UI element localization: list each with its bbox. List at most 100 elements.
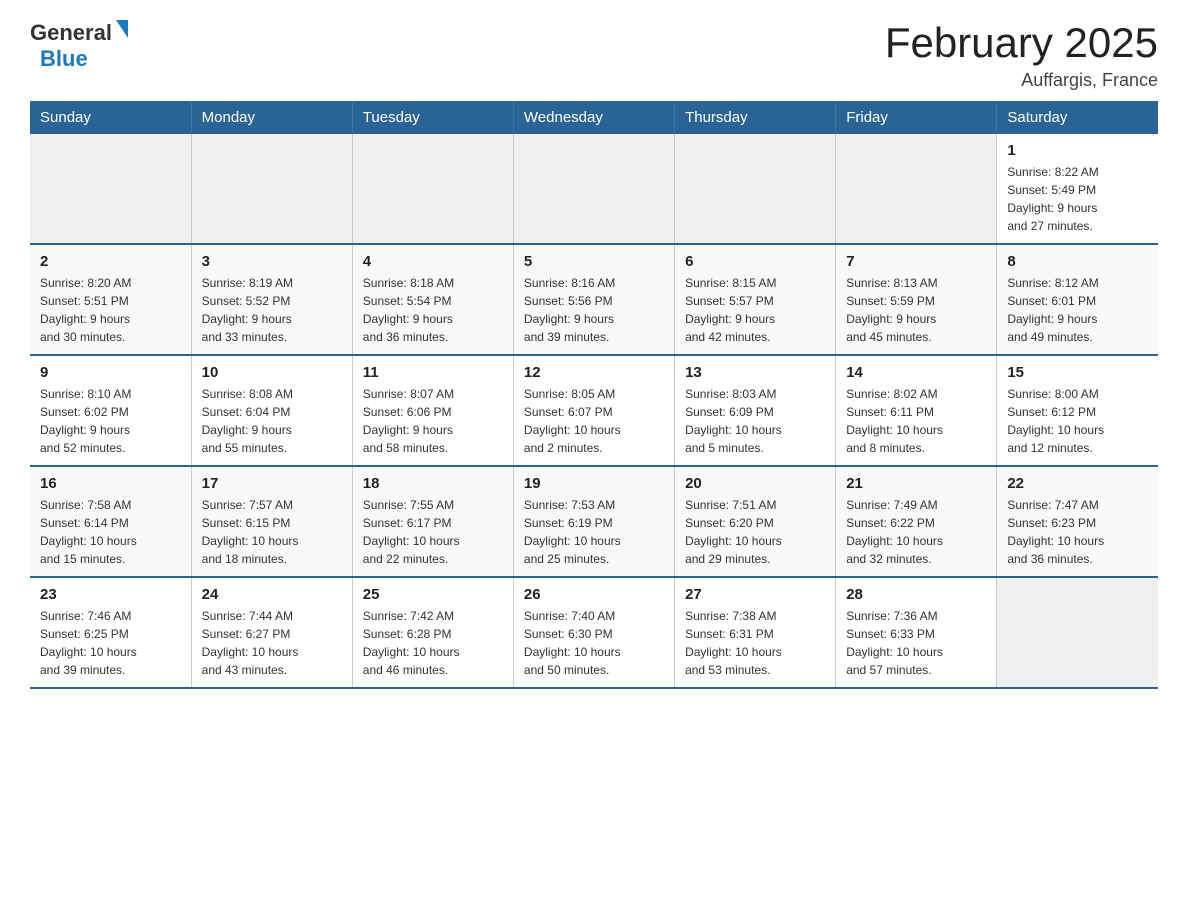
calendar-cell: 12Sunrise: 8:05 AMSunset: 6:07 PMDayligh… [513,355,674,466]
day-number: 18 [363,475,503,492]
day-number: 21 [846,475,986,492]
day-info: Sunrise: 8:00 AMSunset: 6:12 PMDaylight:… [1007,385,1148,457]
calendar-cell: 26 Sunrise: 7:40 AMSunset: 6:30 PMDayligh… [513,577,674,688]
calendar-cell: 7 Sunrise: 8:13 AMSunset: 5:59 PMDaylight… [836,244,997,355]
day-number: 20 [685,475,825,492]
day-info: Sunrise: 8:15 AMSunset: 5:57 PMDaylight:… [685,274,825,346]
logo: General Blue [30,20,128,72]
calendar-week-1: 1Sunrise: 8:22 AMSunset: 5:49 PMDaylight… [30,134,1158,244]
calendar-cell: 11 Sunrise: 8:07 AMSunset: 6:06 PMDayligh… [352,355,513,466]
page-header: General Blue February 2025 Auffargis, Fr… [30,20,1158,91]
day-info: Sunrise: 8:13 AMSunset: 5:59 PMDaylight:… [846,274,986,346]
calendar-cell: 13 Sunrise: 8:03 AMSunset: 6:09 PMDayligh… [675,355,836,466]
day-number: 7 [846,253,986,270]
calendar-cell [997,577,1158,688]
day-number: 5 [524,253,664,270]
day-number: 16 [40,475,181,492]
calendar-cell: 28Sunrise: 7:36 AMSunset: 6:33 PMDayligh… [836,577,997,688]
day-info: Sunrise: 7:51 AMSunset: 6:20 PMDaylight:… [685,496,825,568]
header-thursday: Thursday [675,101,836,134]
calendar-cell: 22 Sunrise: 7:47 AMSunset: 6:23 PMDayligh… [997,466,1158,577]
calendar-cell: 1Sunrise: 8:22 AMSunset: 5:49 PMDaylight… [997,134,1158,244]
calendar-cell: 25Sunrise: 7:42 AMSunset: 6:28 PMDayligh… [352,577,513,688]
day-info: Sunrise: 8:02 AMSunset: 6:11 PMDaylight:… [846,385,986,457]
month-title: February 2025 [885,20,1158,66]
header-monday: Monday [191,101,352,134]
calendar-cell: 14 Sunrise: 8:02 AMSunset: 6:11 PMDayligh… [836,355,997,466]
day-number: 22 [1007,475,1148,492]
calendar-cell [30,134,191,244]
logo-triangle-icon [116,20,128,38]
day-number: 15 [1007,364,1148,381]
calendar-cell: 10 Sunrise: 8:08 AMSunset: 6:04 PMDayligh… [191,355,352,466]
calendar-cell: 5 Sunrise: 8:16 AMSunset: 5:56 PMDaylight… [513,244,674,355]
day-info: Sunrise: 8:22 AMSunset: 5:49 PMDaylight:… [1007,163,1148,235]
title-area: February 2025 Auffargis, France [885,20,1158,91]
calendar-body: 1Sunrise: 8:22 AMSunset: 5:49 PMDaylight… [30,134,1158,688]
day-info: Sunrise: 7:47 AMSunset: 6:23 PMDaylight:… [1007,496,1148,568]
day-number: 12 [524,364,664,381]
day-info: Sunrise: 7:53 AMSunset: 6:19 PMDaylight:… [524,496,664,568]
day-number: 17 [202,475,342,492]
day-info: Sunrise: 8:10 AMSunset: 6:02 PMDaylight:… [40,385,181,457]
day-number: 27 [685,586,825,603]
day-number: 4 [363,253,503,270]
header-saturday: Saturday [997,101,1158,134]
day-info: Sunrise: 8:18 AMSunset: 5:54 PMDaylight:… [363,274,503,346]
day-number: 23 [40,586,181,603]
day-number: 3 [202,253,342,270]
calendar-cell: 17Sunrise: 7:57 AMSunset: 6:15 PMDayligh… [191,466,352,577]
logo-blue-text: Blue [40,46,88,72]
day-info: Sunrise: 8:03 AMSunset: 6:09 PMDaylight:… [685,385,825,457]
day-number: 14 [846,364,986,381]
day-info: Sunrise: 8:19 AMSunset: 5:52 PMDaylight:… [202,274,342,346]
calendar-week-4: 16 Sunrise: 7:58 AMSunset: 6:14 PMDayligh… [30,466,1158,577]
calendar-cell [513,134,674,244]
calendar-cell: 4 Sunrise: 8:18 AMSunset: 5:54 PMDaylight… [352,244,513,355]
calendar-cell: 8 Sunrise: 8:12 AMSunset: 6:01 PMDaylight… [997,244,1158,355]
calendar-cell [836,134,997,244]
calendar-cell [675,134,836,244]
header-sunday: Sunday [30,101,191,134]
day-number: 13 [685,364,825,381]
day-info: Sunrise: 8:16 AMSunset: 5:56 PMDaylight:… [524,274,664,346]
day-info: Sunrise: 8:12 AMSunset: 6:01 PMDaylight:… [1007,274,1148,346]
day-info: Sunrise: 7:40 AMSunset: 6:30 PMDaylight:… [524,607,664,679]
calendar-cell: 16 Sunrise: 7:58 AMSunset: 6:14 PMDayligh… [30,466,191,577]
header-wednesday: Wednesday [513,101,674,134]
day-info: Sunrise: 8:07 AMSunset: 6:06 PMDaylight:… [363,385,503,457]
day-info: Sunrise: 7:49 AMSunset: 6:22 PMDaylight:… [846,496,986,568]
day-number: 24 [202,586,342,603]
day-number: 2 [40,253,181,270]
calendar-cell: 20 Sunrise: 7:51 AMSunset: 6:20 PMDayligh… [675,466,836,577]
day-number: 6 [685,253,825,270]
calendar-table: Sunday Monday Tuesday Wednesday Thursday… [30,101,1158,689]
calendar-week-3: 9 Sunrise: 8:10 AMSunset: 6:02 PMDaylight… [30,355,1158,466]
day-info: Sunrise: 7:44 AMSunset: 6:27 PMDaylight:… [202,607,342,679]
day-info: Sunrise: 8:08 AMSunset: 6:04 PMDaylight:… [202,385,342,457]
calendar-week-2: 2 Sunrise: 8:20 AMSunset: 5:51 PMDaylight… [30,244,1158,355]
day-number: 11 [363,364,503,381]
calendar-cell [352,134,513,244]
calendar-cell: 18Sunrise: 7:55 AMSunset: 6:17 PMDayligh… [352,466,513,577]
calendar-cell: 6 Sunrise: 8:15 AMSunset: 5:57 PMDaylight… [675,244,836,355]
header-row: Sunday Monday Tuesday Wednesday Thursday… [30,101,1158,134]
day-info: Sunrise: 7:46 AMSunset: 6:25 PMDaylight:… [40,607,181,679]
calendar-header: Sunday Monday Tuesday Wednesday Thursday… [30,101,1158,134]
header-tuesday: Tuesday [352,101,513,134]
day-info: Sunrise: 8:20 AMSunset: 5:51 PMDaylight:… [40,274,181,346]
day-info: Sunrise: 7:38 AMSunset: 6:31 PMDaylight:… [685,607,825,679]
calendar-cell: 15 Sunrise: 8:00 AMSunset: 6:12 PMDayligh… [997,355,1158,466]
calendar-cell: 23 Sunrise: 7:46 AMSunset: 6:25 PMDayligh… [30,577,191,688]
calendar-cell: 24 Sunrise: 7:44 AMSunset: 6:27 PMDayligh… [191,577,352,688]
calendar-cell: 19Sunrise: 7:53 AMSunset: 6:19 PMDayligh… [513,466,674,577]
day-number: 9 [40,364,181,381]
day-number: 25 [363,586,503,603]
day-info: Sunrise: 7:58 AMSunset: 6:14 PMDaylight:… [40,496,181,568]
day-number: 8 [1007,253,1148,270]
calendar-cell: 3 Sunrise: 8:19 AMSunset: 5:52 PMDaylight… [191,244,352,355]
day-number: 26 [524,586,664,603]
location-subtitle: Auffargis, France [885,70,1158,91]
day-number: 10 [202,364,342,381]
calendar-cell: 2 Sunrise: 8:20 AMSunset: 5:51 PMDaylight… [30,244,191,355]
